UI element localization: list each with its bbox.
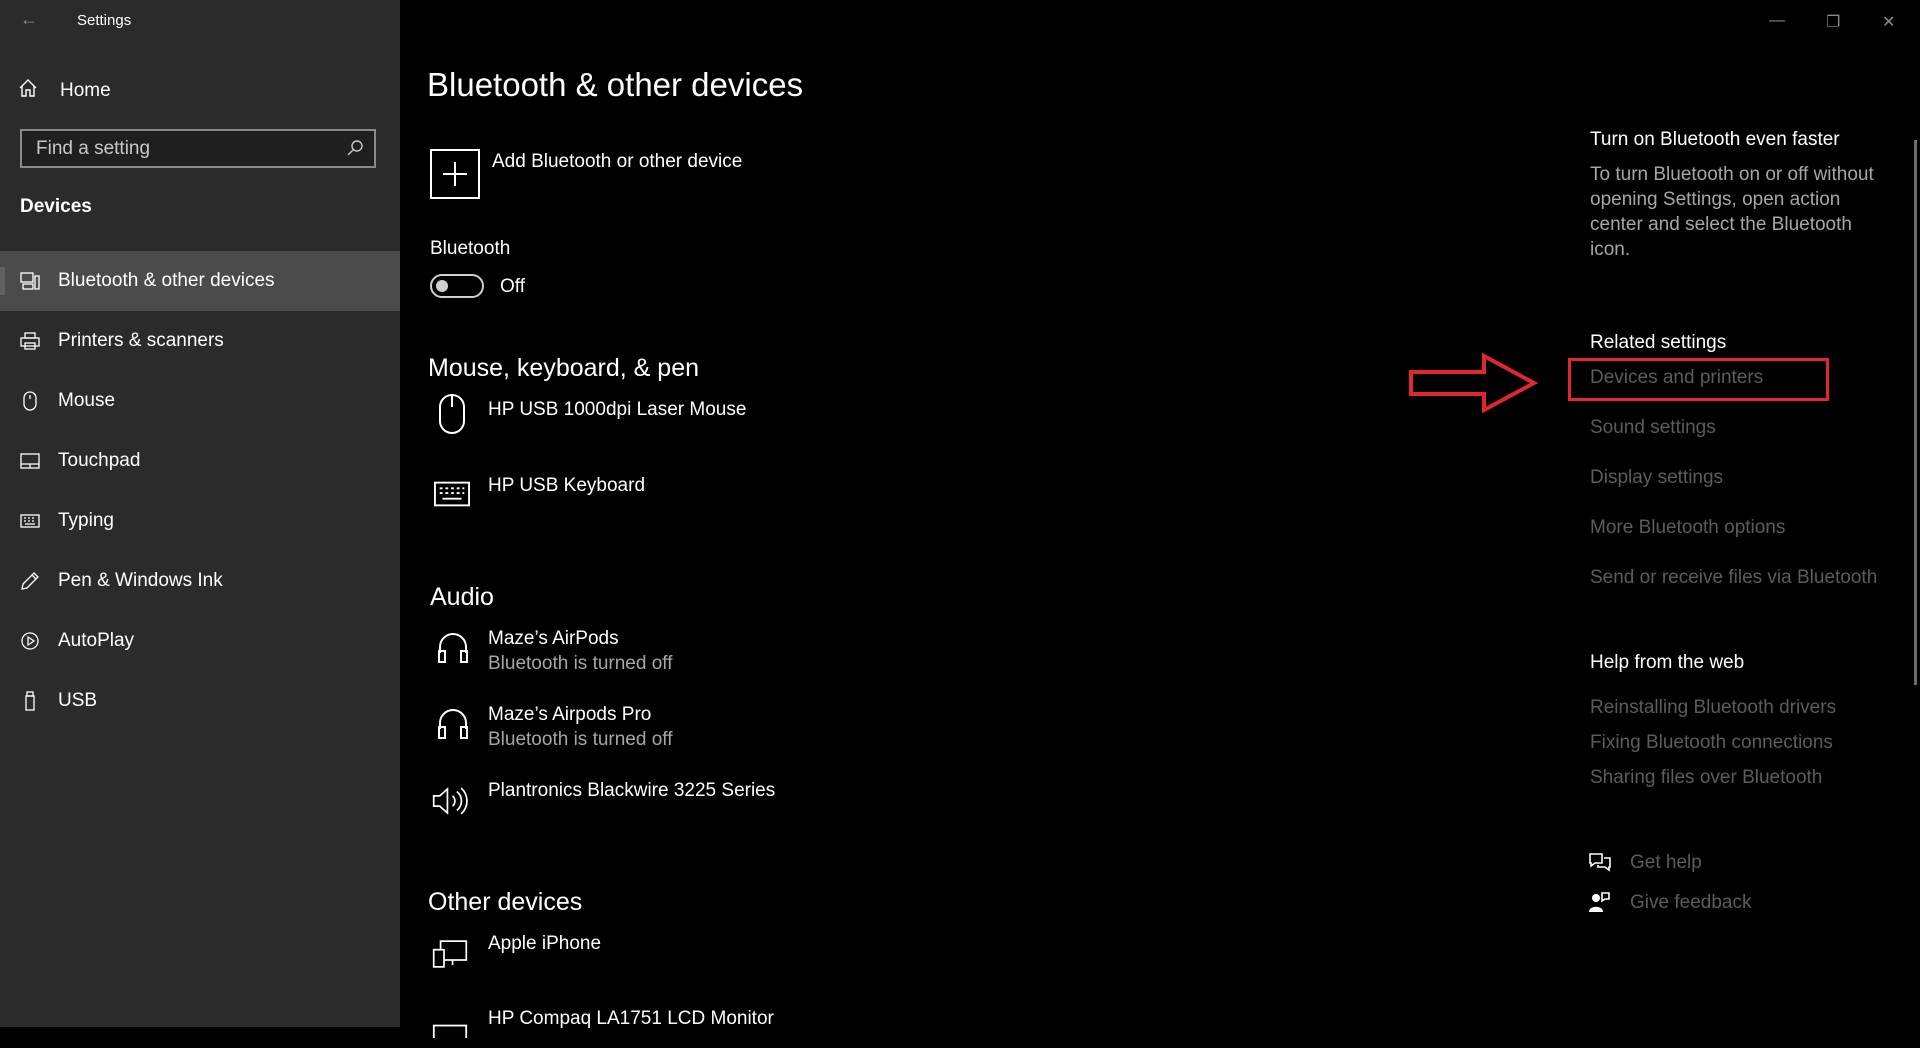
group-title-input-devices: Mouse, keyboard, & pen [428,354,699,382]
get-help-link[interactable]: Get help [1630,852,1702,874]
help-link-fixing[interactable]: Fixing Bluetooth connections [1590,732,1833,754]
sidebar-item-pen[interactable]: Pen & Windows Ink [0,551,400,611]
mouse-icon [434,394,470,434]
tip-text: To turn Bluetooth on or off without open… [1590,164,1874,260]
device-status: Bluetooth is turned off [488,729,673,750]
scrollbar[interactable] [1914,140,1917,685]
sidebar-item-mouse[interactable]: Mouse [0,371,400,431]
tip-title: Turn on Bluetooth even faster [1590,129,1840,150]
related-link-send-receive[interactable]: Send or receive files via Bluetooth [1590,567,1877,589]
sidebar: ← Settings Home Devices Bluetooth & othe… [0,0,400,1027]
phone-device-icon [432,936,468,972]
section-label-devices: Devices [20,196,92,217]
keyboard-icon [434,476,470,512]
headphones-icon [435,706,471,742]
annotation-arrow-icon [1409,352,1538,414]
speaker-icon [432,783,468,819]
restore-icon[interactable]: ❐ [1826,12,1840,32]
device-name[interactable]: HP USB 1000dpi Laser Mouse [488,399,746,421]
sidebar-item-label: Printers & scanners [58,330,224,351]
get-help-icon [1588,851,1612,878]
search-input[interactable] [22,131,332,166]
give-feedback-icon [1588,891,1610,918]
help-link-reinstalling[interactable]: Reinstalling Bluetooth drivers [1590,697,1836,719]
sidebar-item-label: Mouse [58,390,116,411]
group-title-other-devices: Other devices [428,888,583,916]
annotation-highlight-box [1568,358,1829,401]
pen-icon [20,571,40,591]
related-link-display[interactable]: Display settings [1590,467,1723,489]
app-title: Settings [77,12,132,29]
sidebar-item-label: Bluetooth & other devices [58,270,275,291]
page-title: Bluetooth & other devices [427,66,804,103]
mouse-icon [20,391,40,411]
related-link-sound[interactable]: Sound settings [1590,417,1716,439]
autoplay-icon [20,631,40,651]
home-nav-item[interactable]: Home [18,78,111,104]
related-link-more-bluetooth[interactable]: More Bluetooth options [1590,517,1785,539]
device-name[interactable]: Apple iPhone [488,933,601,955]
device-name[interactable]: HP USB Keyboard [488,475,645,497]
search-icon[interactable] [346,139,364,162]
sidebar-item-bluetooth[interactable]: Bluetooth & other devices [0,251,400,311]
device-name[interactable]: Plantronics Blackwire 3225 Series [488,780,775,802]
monitor-icon [432,1012,468,1048]
sidebar-item-printers[interactable]: Printers & scanners [0,311,400,371]
help-link-sharing[interactable]: Sharing files over Bluetooth [1590,767,1822,789]
touchpad-icon [20,451,40,471]
sidebar-item-typing[interactable]: Typing [0,491,400,551]
device-name[interactable]: Maze’s Airpods Pro [488,704,651,726]
sidebar-item-label: Pen & Windows Ink [58,570,223,591]
home-label: Home [60,80,111,101]
minimize-icon[interactable]: — [1769,12,1785,30]
device-status: Bluetooth is turned off [488,653,673,674]
device-name[interactable]: Maze’s AirPods [488,628,619,650]
sidebar-item-autoplay[interactable]: AutoPlay [0,611,400,671]
help-title: Help from the web [1590,652,1745,673]
headphones-icon [435,630,471,666]
bluetooth-label: Bluetooth [430,238,511,259]
printer-icon [20,331,40,351]
sidebar-item-label: Touchpad [58,450,141,471]
bluetooth-devices-icon [20,271,40,291]
sidebar-item-label: Typing [58,510,114,531]
home-icon [18,78,38,104]
keyboard-icon [20,511,40,531]
close-icon[interactable]: ✕ [1882,12,1895,32]
group-title-audio: Audio [430,583,494,611]
usb-icon [20,691,40,711]
sidebar-item-label: USB [58,690,98,711]
sidebar-item-touchpad[interactable]: Touchpad [0,431,400,491]
back-arrow-icon[interactable]: ← [20,9,40,29]
bluetooth-toggle-state: Off [500,276,525,297]
sidebar-item-usb[interactable]: USB [0,671,400,731]
add-device-button[interactable] [430,149,480,199]
sidebar-item-label: AutoPlay [58,630,135,651]
related-settings-title: Related settings [1590,332,1727,353]
give-feedback-link[interactable]: Give feedback [1630,892,1751,914]
bluetooth-toggle[interactable] [430,274,484,298]
search-box[interactable] [20,129,376,168]
add-device-label[interactable]: Add Bluetooth or other device [492,151,742,173]
